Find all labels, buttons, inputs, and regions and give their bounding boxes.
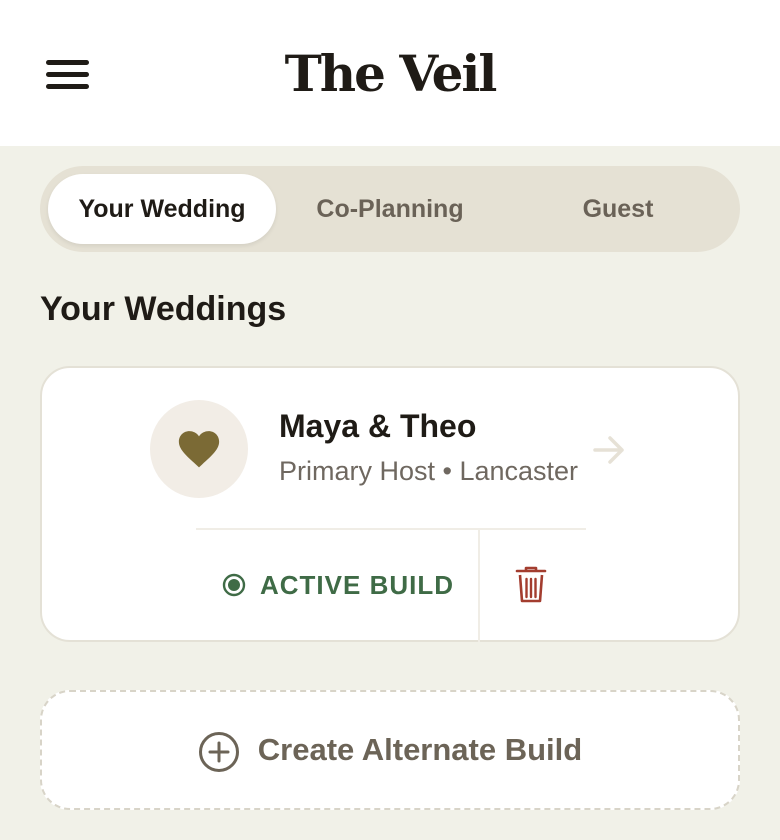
section-title: Your Weddings xyxy=(40,290,287,328)
create-build-label: Create Alternate Build xyxy=(257,732,583,767)
app-header: The Veil xyxy=(0,0,780,146)
status-badge: ACTIVE BUILD xyxy=(222,568,454,602)
card-vertical-divider xyxy=(478,530,480,642)
couple-name: Maya & Theo xyxy=(279,408,477,444)
heart-icon xyxy=(178,431,220,468)
arrow-right-icon[interactable] xyxy=(592,434,626,466)
app-title: The Veil xyxy=(284,44,498,103)
tab-co-planning[interactable]: Co-Planning xyxy=(276,174,504,244)
view-tabs: Your Wedding Co-Planning Guest xyxy=(40,166,740,252)
status-label: ACTIVE BUILD xyxy=(260,569,454,600)
plus-circle-icon xyxy=(198,732,239,772)
wedding-card[interactable]: Maya & Theo Primary Host • Lancaster ACT… xyxy=(40,366,740,642)
radio-dot-icon xyxy=(222,573,246,597)
trash-icon[interactable] xyxy=(514,566,548,604)
create-alternate-build-button[interactable]: Create Alternate Build xyxy=(40,690,740,810)
tab-your-wedding[interactable]: Your Wedding xyxy=(48,174,276,244)
tab-guest[interactable]: Guest xyxy=(504,174,732,244)
wedding-meta: Primary Host • Lancaster xyxy=(279,456,579,486)
card-divider xyxy=(196,528,586,530)
wedding-avatar xyxy=(150,400,248,498)
